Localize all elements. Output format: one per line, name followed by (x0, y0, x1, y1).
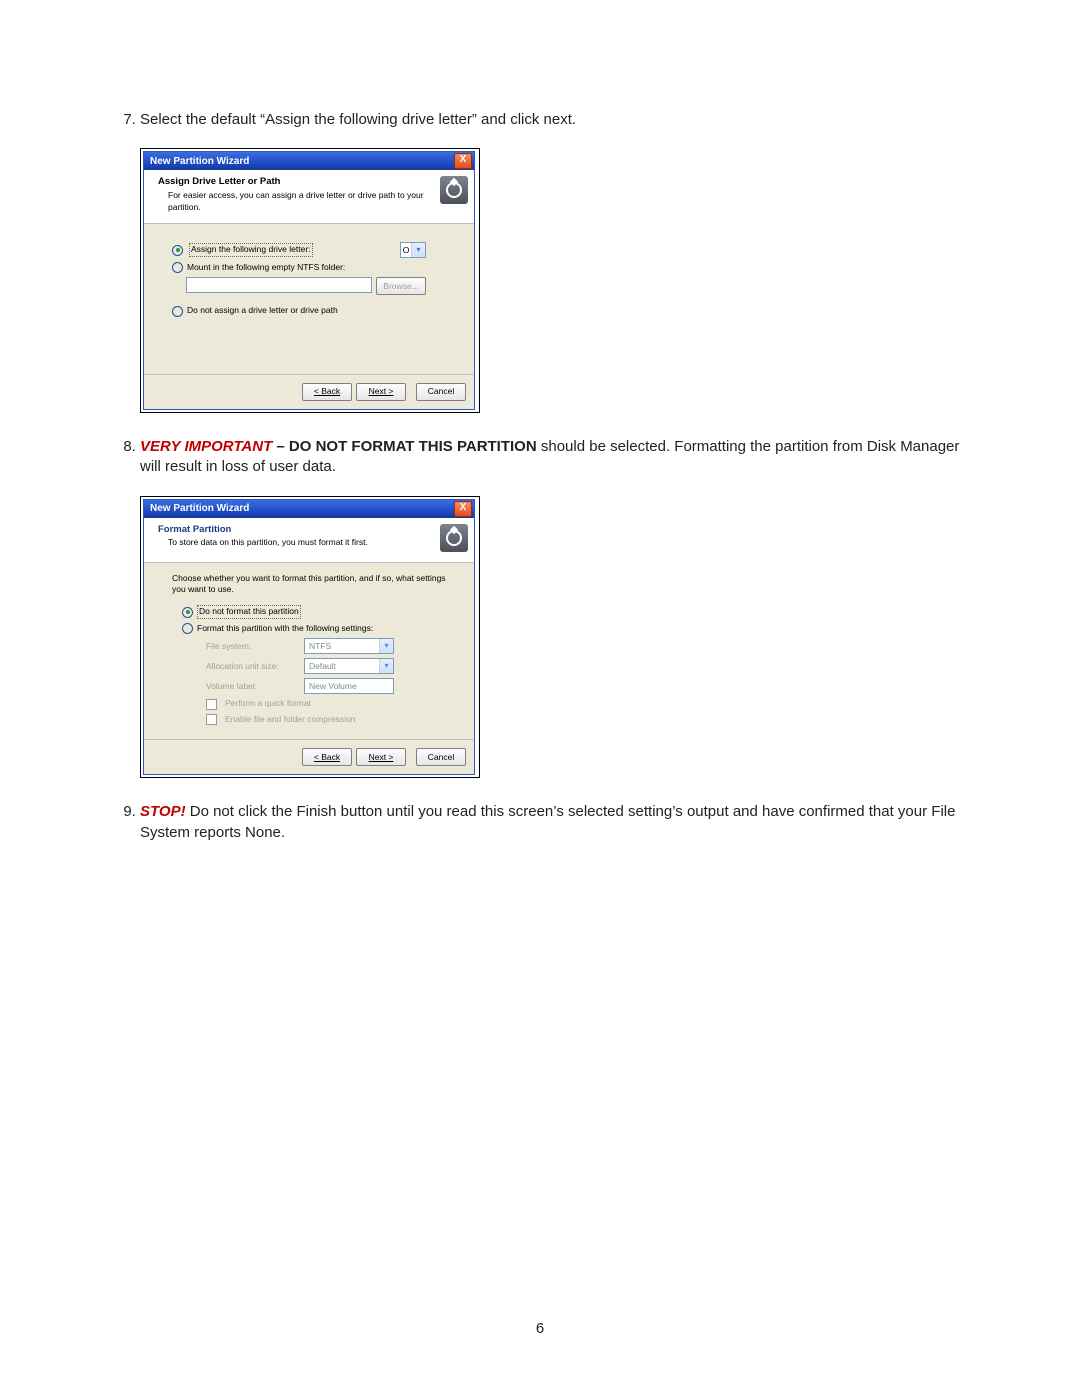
step-7-text: Select the default “Assign the following… (140, 111, 576, 128)
volume-label-value: New Volume (305, 679, 393, 693)
wizard-footer: < Back Next > Cancel (144, 739, 474, 774)
step-8-bold: – DO NOT FORMAT THIS PARTITION (272, 438, 536, 455)
radio-assign-letter[interactable] (172, 245, 183, 256)
window-title: New Partition Wizard (150, 502, 454, 516)
radio-do-not-format-label: Do not format this partition (197, 605, 301, 618)
file-system-select[interactable]: NTFS ▾ (304, 638, 394, 654)
volume-label-input[interactable]: New Volume (304, 678, 394, 694)
back-button[interactable]: < Back (302, 383, 352, 401)
banner-heading: Assign Drive Letter or Path (158, 176, 440, 189)
checkbox-quick-format-label: Perform a quick format (225, 698, 311, 709)
wizard-footer: < Back Next > Cancel (144, 374, 474, 409)
label-volume-label: Volume label: (206, 681, 296, 692)
wizard-dialog-format: New Partition Wizard X Format Partition … (143, 499, 475, 776)
titlebar: New Partition Wizard X (144, 152, 474, 170)
allocation-size-value: Default (305, 659, 379, 673)
close-icon[interactable]: X (454, 501, 472, 517)
step-9-tail: Do not click the Finish button until you… (140, 803, 955, 840)
radio-format-with-label: Format this partition with the following… (197, 623, 373, 634)
banner-subtext: For easier access, you can assign a driv… (168, 190, 440, 213)
checkbox-compression[interactable] (206, 714, 217, 725)
cancel-button[interactable]: Cancel (416, 748, 466, 766)
file-system-value: NTFS (305, 639, 379, 653)
label-allocation-size: Allocation unit size: (206, 661, 296, 672)
radio-mount-folder-label: Mount in the following empty NTFS folder… (187, 262, 345, 273)
wizard-body: Choose whether you want to format this p… (144, 563, 474, 740)
wizard-body: Assign the following drive letter: O ▾ M… (144, 224, 474, 374)
document-page: Select the default “Assign the following… (0, 0, 1080, 1397)
radio-assign-letter-label: Assign the following drive letter: (189, 243, 313, 256)
checkbox-quick-format[interactable] (206, 699, 217, 710)
next-button[interactable]: Next > (356, 383, 406, 401)
disk-icon (440, 176, 468, 204)
step-7: Select the default “Assign the following… (140, 110, 970, 413)
chevron-down-icon: ▾ (379, 659, 393, 673)
screenshot-frame-1: New Partition Wizard X Assign Drive Lett… (140, 148, 480, 413)
radio-format-with[interactable] (182, 623, 193, 634)
close-icon[interactable]: X (454, 153, 472, 169)
radio-no-letter-label: Do not assign a drive letter or drive pa… (187, 305, 338, 316)
wizard-dialog-assign-letter: New Partition Wizard X Assign Drive Lett… (143, 151, 475, 410)
wizard-banner: Format Partition To store data on this p… (144, 518, 474, 563)
chevron-down-icon: ▾ (379, 639, 393, 653)
banner-subtext: To store data on this partition, you mus… (168, 537, 440, 548)
browse-button[interactable]: Browse... (376, 277, 426, 295)
step-9-stop: STOP! (140, 803, 186, 820)
window-title: New Partition Wizard (150, 155, 454, 169)
radio-do-not-format[interactable] (182, 607, 193, 618)
titlebar: New Partition Wizard X (144, 500, 474, 518)
radio-mount-folder[interactable] (172, 262, 183, 273)
mount-path-input[interactable] (186, 277, 372, 293)
disk-icon (440, 524, 468, 552)
wizard-banner: Assign Drive Letter or Path For easier a… (144, 170, 474, 224)
step-8: VERY IMPORTANT – DO NOT FORMAT THIS PART… (140, 437, 970, 778)
radio-no-letter[interactable] (172, 306, 183, 317)
label-file-system: File system: (206, 641, 296, 652)
step-8-important: VERY IMPORTANT (140, 438, 272, 455)
step-9: STOP! Do not click the Finish button unt… (140, 802, 970, 843)
back-button[interactable]: < Back (302, 748, 352, 766)
allocation-size-select[interactable]: Default ▾ (304, 658, 394, 674)
drive-letter-dropdown[interactable]: O ▾ (400, 242, 426, 258)
page-number: 6 (0, 1320, 1080, 1337)
instruction-list: Select the default “Assign the following… (110, 110, 970, 843)
cancel-button[interactable]: Cancel (416, 383, 466, 401)
next-button[interactable]: Next > (356, 748, 406, 766)
checkbox-compression-label: Enable file and folder compression (225, 714, 355, 725)
banner-heading: Format Partition (158, 524, 440, 537)
drive-letter-value: O (401, 243, 411, 257)
format-prompt: Choose whether you want to format this p… (172, 573, 456, 596)
chevron-down-icon: ▾ (411, 243, 425, 257)
screenshot-frame-2: New Partition Wizard X Format Partition … (140, 496, 480, 779)
